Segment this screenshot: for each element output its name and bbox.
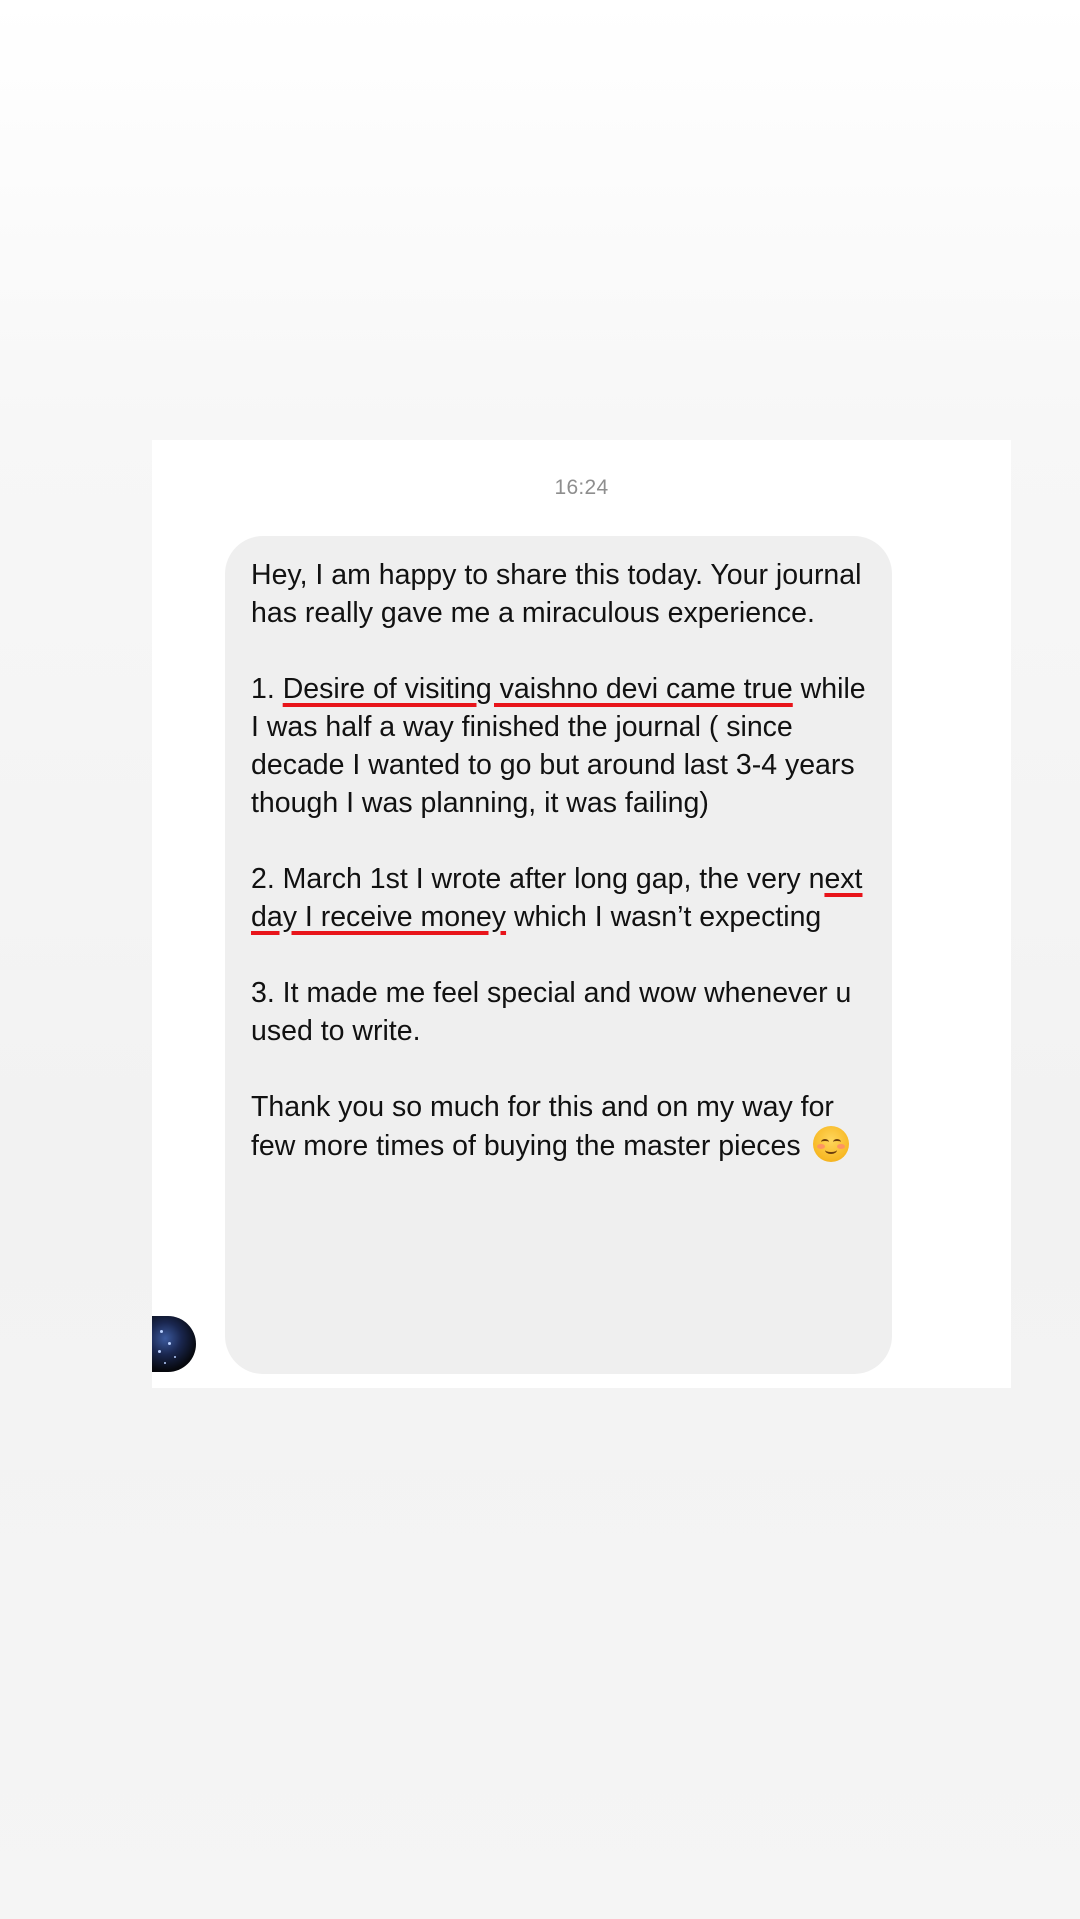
message-point-1: 1. Desire of visiting vaishno devi came … xyxy=(251,670,866,822)
point-1-prefix: 1. xyxy=(251,673,283,705)
point-2-rest: which I wasn’t expecting xyxy=(506,901,822,933)
received-message-bubble[interactable]: Hey, I am happy to share this today. You… xyxy=(225,536,892,1374)
message-intro: Hey, I am happy to share this today. You… xyxy=(251,559,862,629)
message-point-2: 2. March 1st I wrote after long gap, the… xyxy=(251,860,866,936)
closing-text: Thank you so much for this and on my way… xyxy=(251,1091,834,1162)
point-2-prefix: 2. March 1st I wrote after long gap, the… xyxy=(251,863,825,895)
message-timestamp: 16:24 xyxy=(554,476,609,499)
smiling-face-emoji-icon xyxy=(812,1126,849,1162)
point-1-highlight: Desire of visiting vaishno devi came tru… xyxy=(282,673,793,705)
sender-avatar[interactable] xyxy=(152,1316,196,1372)
message-closing: Thank you so much for this and on my way… xyxy=(251,1088,866,1165)
message-screenshot-card: 16:24 Hey, I am happy to share this toda… xyxy=(152,440,1011,1388)
message-point-3: 3. It made me feel special and wow whene… xyxy=(251,977,852,1047)
